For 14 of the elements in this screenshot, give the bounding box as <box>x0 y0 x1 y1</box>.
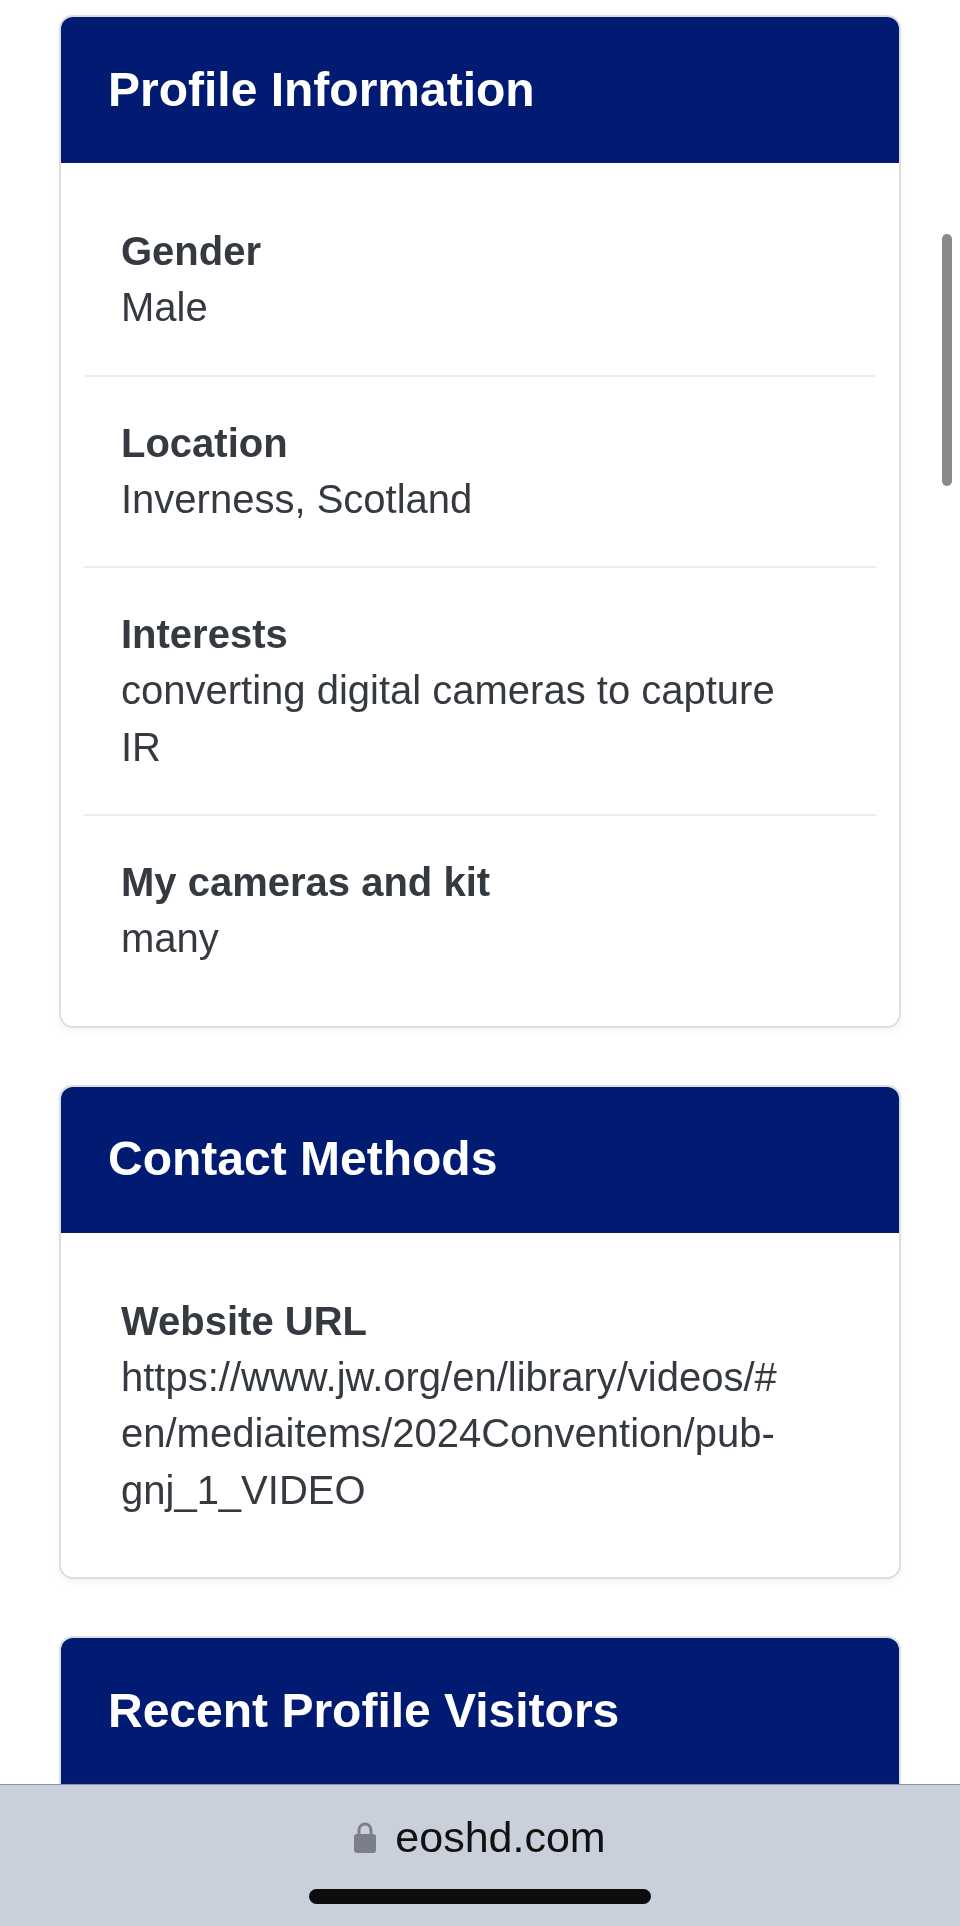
section-title: Recent Profile Visitors <box>108 1682 620 1739</box>
field-label: Location <box>121 419 288 467</box>
address-bar[interactable]: eoshd.com <box>350 1812 610 1862</box>
field-label: Website URL <box>121 1297 367 1345</box>
field-value: converting digital cameras to capture IR <box>121 667 776 771</box>
section-title: Profile Information <box>108 61 535 118</box>
field-label: My cameras and kit <box>121 859 491 906</box>
field-value: many <box>121 915 219 962</box>
field-value: https://www.jw.org/en/library/videos/#en/mediaitems/2024Convention/pub-gnj_1_VIDEO <box>121 1353 778 1514</box>
field-label: Gender <box>121 228 262 275</box>
field-label: Interests <box>121 611 288 658</box>
section-title: Contact Methods <box>108 1131 498 1188</box>
field-value: Inverness, Scotland <box>121 475 473 523</box>
field-value: Male <box>121 284 208 331</box>
